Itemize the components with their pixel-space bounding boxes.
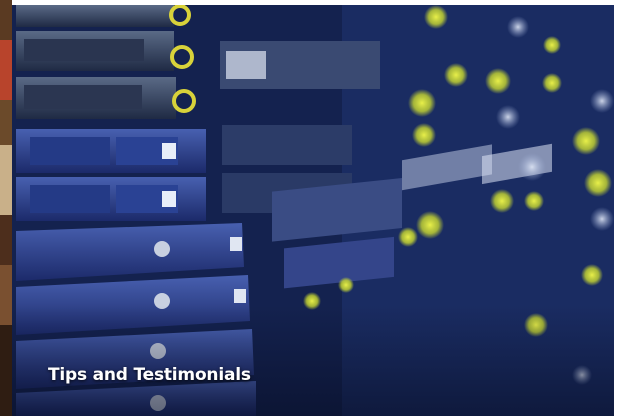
- right-edge: [614, 0, 618, 416]
- page: Tips and Testimonials: [0, 0, 618, 416]
- title-shade: [12, 305, 614, 416]
- card-title[interactable]: Tips and Testimonials: [48, 365, 251, 385]
- tips-and-testimonials-card[interactable]: Tips and Testimonials: [12, 5, 614, 416]
- left-bookshelf-edge: [0, 0, 12, 416]
- server-units-top: [16, 5, 196, 119]
